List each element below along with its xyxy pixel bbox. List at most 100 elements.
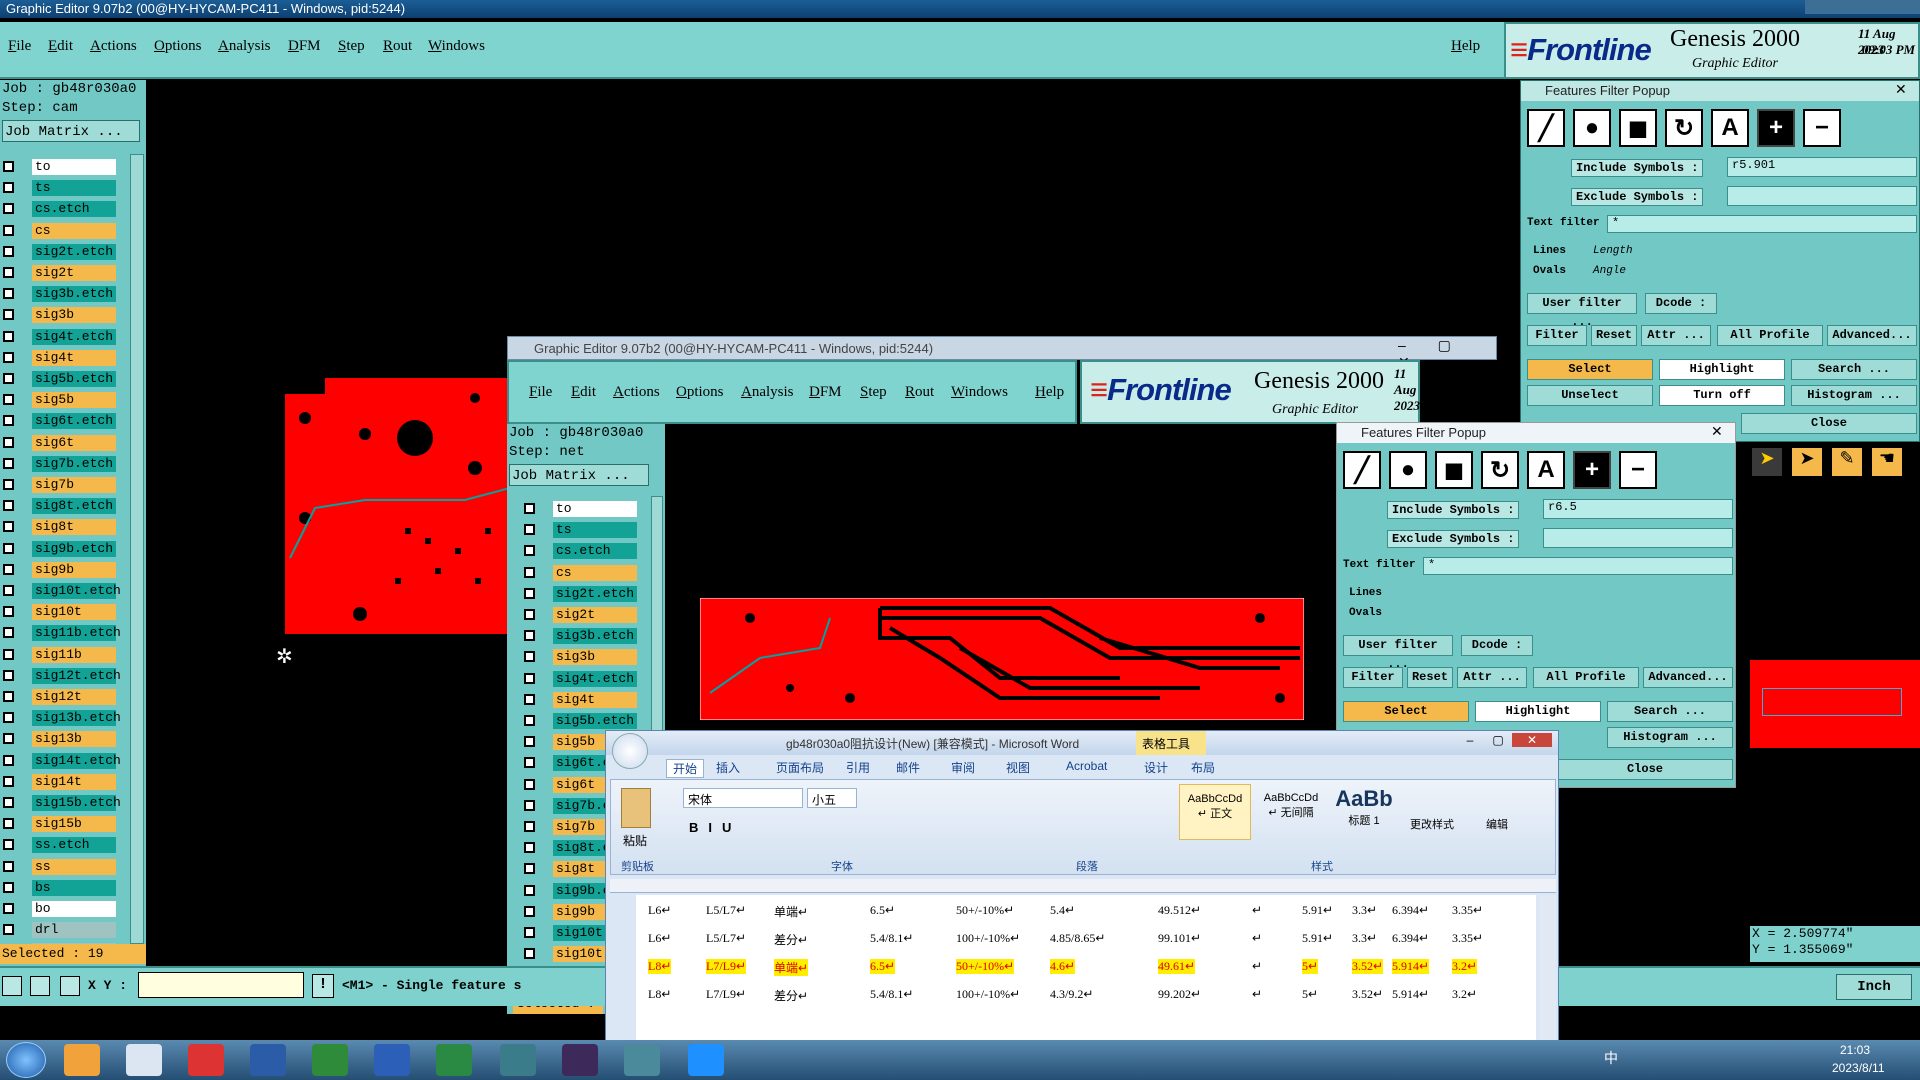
menu-options[interactable]: Options (154, 38, 202, 55)
layer-checkbox[interactable] (3, 436, 14, 448)
job-matrix-button[interactable]: Job Matrix ... (2, 120, 140, 142)
table-cell[interactable]: 3.52↵ (1352, 987, 1383, 1002)
layer-scrollbar[interactable] (130, 154, 144, 944)
layer-checkbox[interactable] (524, 799, 535, 811)
table-cell[interactable]: 100+/-10%↵ (956, 987, 1020, 1002)
include-symbols-label-2[interactable]: Include Symbols : (1387, 501, 1520, 519)
arc-tool-icon[interactable]: ↻ (1665, 109, 1703, 147)
main-layer-row[interactable]: sig9b (0, 561, 122, 579)
word-titlebar[interactable]: gb48r030a0阻抗设计(New) [兼容模式] - Microsoft W… (606, 731, 1558, 769)
menu-file[interactable]: File (8, 38, 31, 55)
main-layer-row[interactable]: drl (0, 921, 122, 939)
user-filter-button-2[interactable]: User filter ... (1343, 635, 1453, 671)
menu2-dfm[interactable]: DFM (809, 384, 842, 401)
line-tool-icon-2[interactable]: ╱ (1343, 451, 1381, 489)
table-cell[interactable]: ↵ (1252, 959, 1262, 974)
table-cell[interactable]: 49.61↵ (1158, 959, 1196, 974)
layer-checkbox[interactable] (524, 821, 535, 832)
menu2-analysis[interactable]: Analysis (741, 384, 794, 401)
table-cell[interactable]: L7/L9↵ (706, 959, 747, 974)
menu2-step[interactable]: Step (860, 384, 887, 401)
pcb-board-main[interactable] (285, 378, 510, 650)
advanced-button-2[interactable]: Advanced... (1643, 667, 1733, 688)
layer-checkbox[interactable] (3, 288, 14, 300)
table-cell[interactable]: 5.914↵ (1392, 959, 1430, 974)
menu2-options[interactable]: Options (676, 384, 724, 401)
layer-checkbox[interactable] (3, 733, 14, 745)
filter2-close-icon[interactable]: ✕ (1711, 423, 1723, 440)
table-cell[interactable]: ↵ (1252, 903, 1262, 918)
include-symbols-input-2[interactable]: r6.5 (1543, 499, 1733, 519)
main-layer-row[interactable]: sig5b.etch (0, 370, 122, 388)
table-cell[interactable]: 单端↵ (774, 959, 809, 976)
second-layer-row[interactable]: sig2t (521, 606, 643, 624)
layer-checkbox[interactable] (524, 884, 535, 896)
dcode-button[interactable]: Dcode : (1645, 293, 1717, 314)
table-cell[interactable]: 5.4/8.1↵ (870, 931, 913, 946)
reset-button-2[interactable]: Reset (1407, 667, 1453, 688)
table-cell[interactable]: ↵ (1252, 931, 1262, 946)
arc-tool-icon-2[interactable]: ↻ (1481, 451, 1519, 489)
window-controls[interactable] (1805, 0, 1920, 14)
layer-checkbox[interactable] (3, 627, 14, 639)
save-disk-icon[interactable] (250, 1044, 286, 1076)
main-layer-row[interactable]: sig15b.etch (0, 794, 122, 812)
text-filter-input[interactable]: * (1607, 215, 1917, 233)
reset-button[interactable]: Reset (1591, 325, 1637, 346)
main-layer-row[interactable]: sig11b.etch (0, 624, 122, 642)
select-button-2[interactable]: Select (1343, 701, 1469, 722)
second-layer-row[interactable]: cs.etch (521, 542, 643, 560)
table-cell[interactable]: 6.5↵ (870, 959, 896, 974)
layer-checkbox[interactable] (524, 693, 535, 705)
layer-checkbox[interactable] (524, 778, 535, 790)
second-layer-row[interactable]: ts (521, 521, 643, 539)
table-cell[interactable]: 5.4/8.1↵ (870, 987, 913, 1002)
main-layer-row[interactable]: sig6t.etch (0, 412, 122, 430)
layer-checkbox[interactable] (3, 754, 14, 766)
layer-checkbox[interactable] (3, 797, 14, 808)
close-button-2[interactable]: Close (1557, 759, 1733, 780)
ribbon-tab[interactable]: 审阅 (951, 759, 975, 776)
job-matrix-button-2[interactable]: Job Matrix ... (509, 464, 649, 486)
layer-checkbox[interactable] (524, 905, 535, 917)
excel-icon[interactable] (436, 1044, 472, 1076)
arrow-app-icon[interactable] (688, 1044, 724, 1076)
alert-icon[interactable]: ! (312, 974, 334, 998)
style-heading1[interactable]: AaBb 标题 1 (1331, 784, 1397, 840)
search-button[interactable]: Search ... (1791, 359, 1917, 380)
table-cell[interactable]: 6.394↵ (1392, 931, 1429, 946)
main-layer-row[interactable]: to (0, 158, 122, 176)
lines-checkbox-2[interactable]: Lines (1349, 587, 1382, 599)
edit-button[interactable]: 编辑 (1477, 784, 1517, 840)
histogram-button[interactable]: Histogram ... (1791, 385, 1917, 406)
second-layer-row[interactable]: sig5b.etch (521, 712, 643, 730)
layer-checkbox[interactable] (524, 545, 535, 557)
highlight-button-2[interactable]: Highlight (1475, 701, 1601, 722)
layer-checkbox[interactable] (3, 245, 14, 257)
layer-checkbox[interactable] (3, 818, 14, 830)
layer-checkbox[interactable] (524, 736, 535, 748)
main-layer-row[interactable]: sig10t.etch (0, 582, 122, 600)
layer-checkbox[interactable] (3, 669, 14, 681)
ovals-checkbox[interactable]: Ovals (1533, 265, 1566, 277)
surface-tool-icon[interactable]: ◼ (1619, 109, 1657, 147)
lines-checkbox[interactable]: Lines (1533, 245, 1566, 257)
attr-button[interactable]: Attr ... (1641, 325, 1711, 346)
table-cell[interactable]: L6↵ (648, 903, 671, 918)
menu-analysis[interactable]: Analysis (218, 38, 271, 55)
main-layer-row[interactable]: bo (0, 900, 122, 918)
second-layer-row[interactable]: cs (521, 564, 643, 582)
layer-checkbox[interactable] (524, 630, 535, 642)
input-language[interactable]: 中 (1604, 1048, 1618, 1068)
positive-icon[interactable]: + (1757, 109, 1795, 147)
table-cell[interactable]: 100+/-10%↵ (956, 931, 1020, 946)
layer-checkbox[interactable] (3, 606, 14, 618)
genesis-icon-2[interactable] (624, 1044, 660, 1076)
histogram-button-2[interactable]: Histogram ... (1607, 727, 1733, 748)
layer-checkbox[interactable] (3, 712, 14, 724)
main-layer-row[interactable]: sig13b.etch (0, 709, 122, 727)
main-layer-row[interactable]: sig8t.etch (0, 497, 122, 515)
text-tool-icon[interactable]: A (1711, 109, 1749, 147)
main-layer-row[interactable]: ss (0, 858, 122, 876)
ribbon-tab[interactable]: 开始 (666, 759, 705, 778)
